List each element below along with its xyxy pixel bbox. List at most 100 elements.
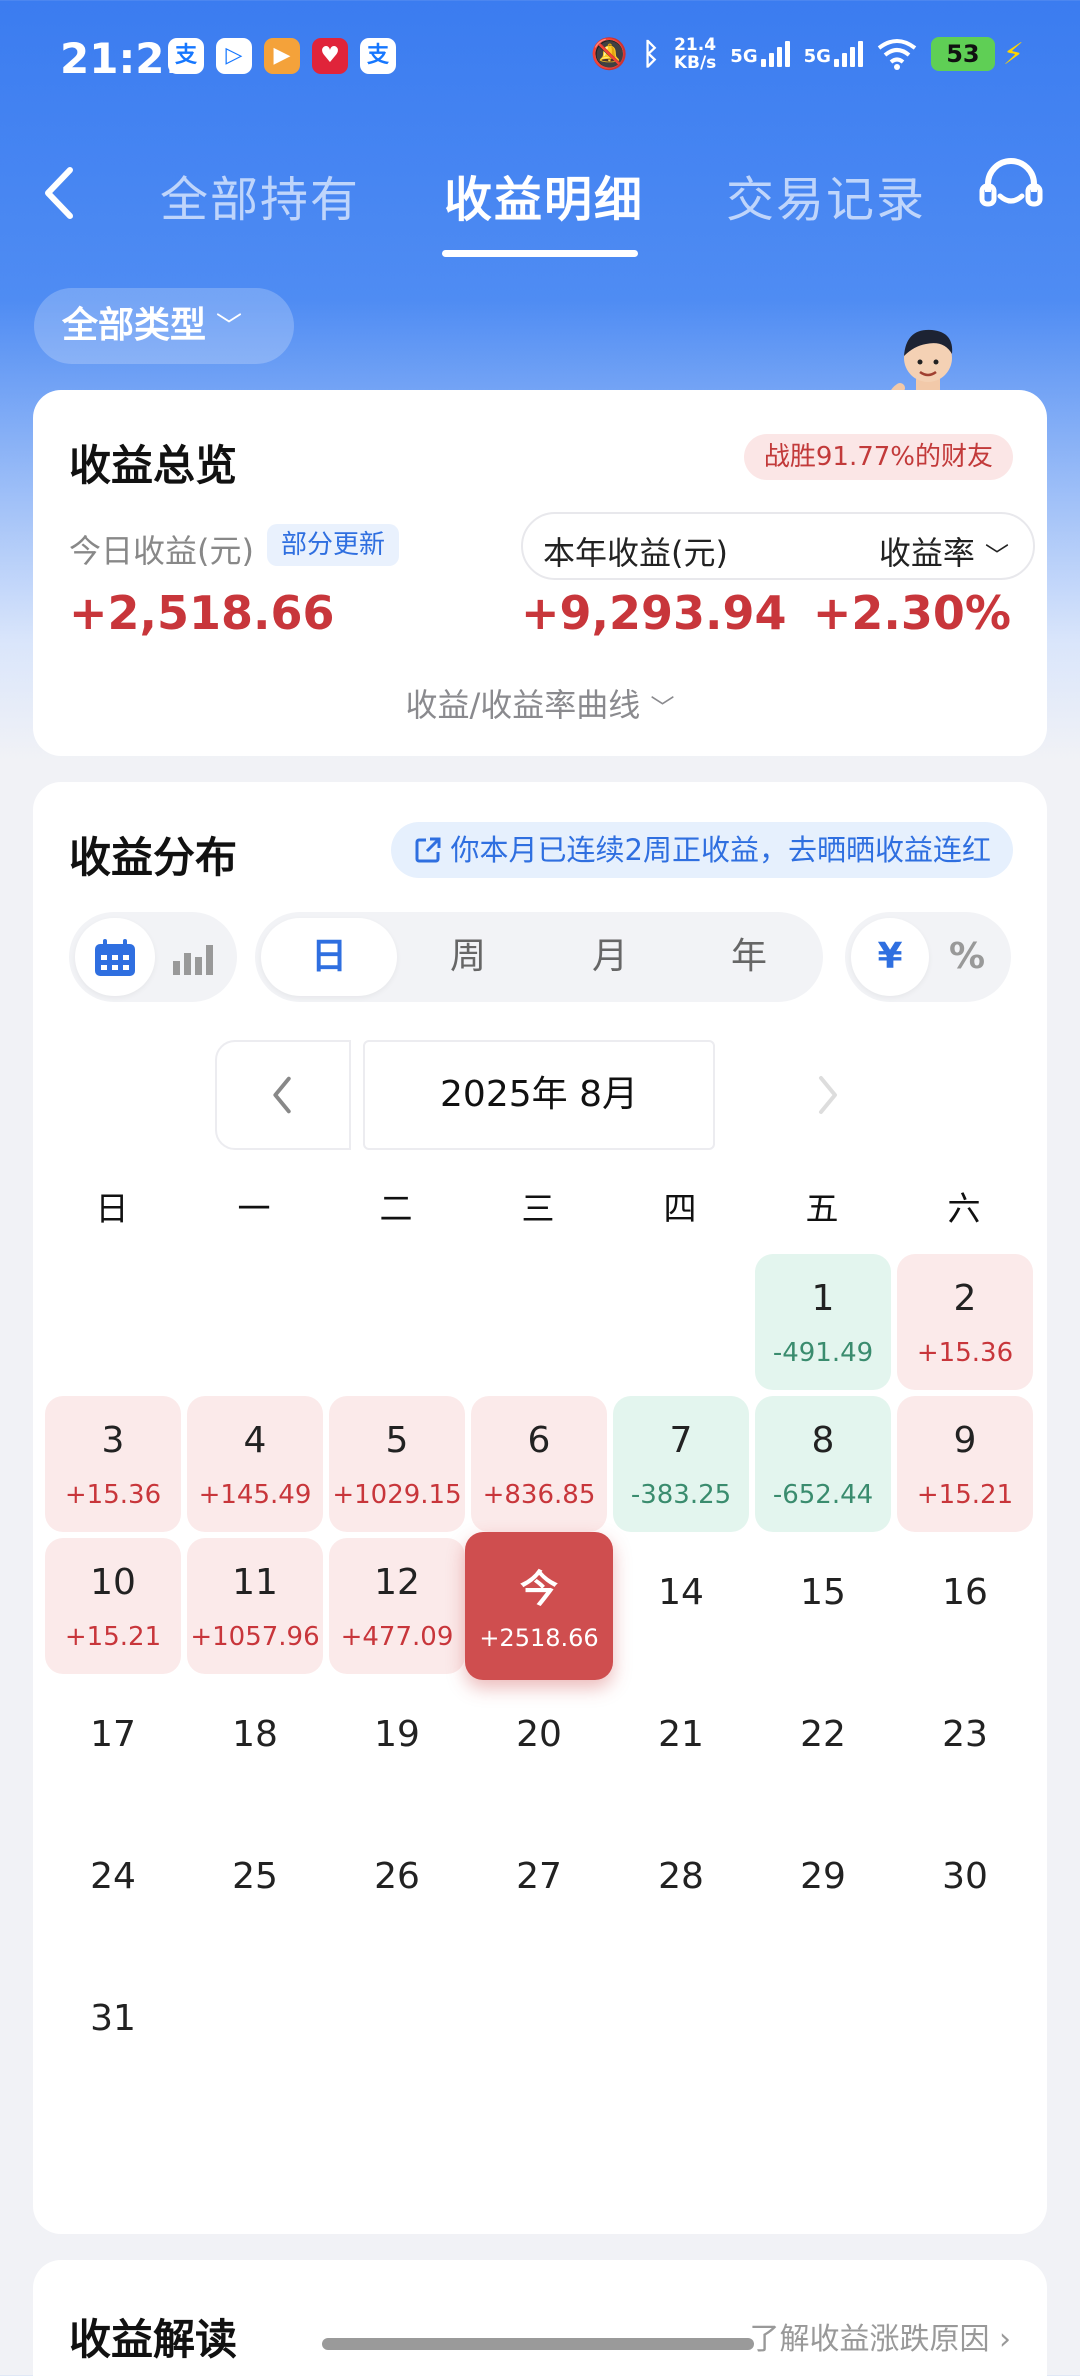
day-earnings-value: +15.21 bbox=[916, 1480, 1014, 1510]
weekday-header: 日 一 二 三 四 五 六 bbox=[33, 1182, 1047, 1232]
earnings-curve-toggle[interactable]: 收益/收益率曲线 ﹀ bbox=[33, 680, 1047, 726]
day-earnings-value: +15.36 bbox=[916, 1338, 1014, 1368]
calendar-day[interactable]: 16 bbox=[897, 1538, 1033, 1674]
bar-chart-view-button[interactable] bbox=[155, 918, 231, 996]
calendar-day[interactable]: 24 bbox=[45, 1822, 181, 1958]
earnings-distribution-card: 收益分布 你本月已连续2周正收益，去晒晒收益连红 日 周 月 年 ¥ % 202… bbox=[33, 782, 1047, 2234]
status-app-icons: 支 ▷ ▶ ♥ 支 bbox=[168, 38, 396, 74]
prev-month-button[interactable] bbox=[215, 1040, 351, 1150]
tab-all-holdings[interactable]: 全部持有 bbox=[160, 160, 360, 230]
distribution-title: 收益分布 bbox=[69, 833, 238, 882]
customer-service-icon[interactable] bbox=[976, 152, 1046, 222]
type-filter-dropdown[interactable]: 全部类型 ﹀ bbox=[34, 288, 294, 364]
day-number: 27 bbox=[516, 1856, 562, 1897]
calendar-day[interactable]: 4 +145.49 bbox=[187, 1396, 323, 1532]
day-earnings-value: -652.44 bbox=[772, 1480, 874, 1510]
chevron-down-icon: ﹀ bbox=[216, 312, 243, 342]
calendar-day[interactable]: 1 -491.49 bbox=[755, 1254, 891, 1390]
unit-yuan-button[interactable]: ¥ bbox=[851, 918, 929, 996]
unit-percent-button[interactable]: % bbox=[929, 918, 1005, 996]
calendar-day[interactable]: 5 +1029.15 bbox=[329, 1396, 465, 1532]
weekday-sun: 日 bbox=[95, 1189, 129, 1228]
weekday-fri: 五 bbox=[805, 1189, 839, 1228]
home-indicator[interactable] bbox=[322, 2338, 754, 2350]
calendar-day[interactable]: 10 +15.21 bbox=[45, 1538, 181, 1674]
day-number: 7 bbox=[669, 1420, 693, 1461]
calendar-day[interactable]: 25 bbox=[187, 1822, 323, 1958]
signal-5g-2: 5G bbox=[804, 41, 863, 67]
calendar-day[interactable]: 6 +836.85 bbox=[471, 1396, 607, 1532]
calendar-day[interactable]: 8 -652.44 bbox=[755, 1396, 891, 1532]
day-earnings-value: +1057.96 bbox=[190, 1622, 320, 1652]
calendar-view-button[interactable] bbox=[75, 918, 155, 996]
year-earnings-label: 本年收益(元) bbox=[543, 534, 728, 572]
calendar-day[interactable]: 17 bbox=[45, 1680, 181, 1816]
day-number: 19 bbox=[374, 1714, 420, 1755]
weekday-sat: 六 bbox=[947, 1189, 981, 1228]
partial-update-badge: 部分更新 bbox=[267, 524, 400, 566]
calendar-day[interactable]: 27 bbox=[471, 1822, 607, 1958]
day-number: 4 bbox=[243, 1420, 267, 1461]
day-earnings-value: -383.25 bbox=[630, 1480, 732, 1510]
calendar-day[interactable]: 29 bbox=[755, 1822, 891, 1958]
mute-bell-icon: 🔕 bbox=[590, 36, 628, 72]
calendar-day[interactable]: 31 bbox=[45, 1964, 181, 2100]
calendar-day[interactable]: 21 bbox=[613, 1680, 749, 1816]
day-earnings-value: +145.49 bbox=[198, 1480, 312, 1510]
tab-transaction-records[interactable]: 交易记录 bbox=[726, 160, 926, 230]
tab-earnings-detail[interactable]: 收益明细 bbox=[444, 160, 644, 230]
calendar-day[interactable]: 30 bbox=[897, 1822, 1033, 1958]
calendar-day[interactable]: 11 +1057.96 bbox=[187, 1538, 323, 1674]
period-tab-day[interactable]: 日 bbox=[261, 918, 397, 996]
calendar-day[interactable]: 14 bbox=[613, 1538, 749, 1674]
calendar-day[interactable]: 26 bbox=[329, 1822, 465, 1958]
return-rate-value: +2.30% bbox=[812, 586, 1011, 640]
calendar-day[interactable]: 23 bbox=[897, 1680, 1033, 1816]
day-number: 8 bbox=[811, 1420, 835, 1461]
weekday-tue: 二 bbox=[379, 1189, 413, 1228]
return-rate-label: 收益率 bbox=[878, 534, 975, 572]
play-app-icon: ▷ bbox=[216, 38, 252, 74]
today-earnings-label: 今日收益(元) bbox=[69, 532, 254, 570]
day-number: 23 bbox=[942, 1714, 988, 1755]
calendar-day[interactable]: 15 bbox=[755, 1538, 891, 1674]
calendar-day[interactable]: 19 bbox=[329, 1680, 465, 1816]
calendar-day[interactable]: 12 +477.09 bbox=[329, 1538, 465, 1674]
battery-indicator: 53 bbox=[930, 37, 995, 71]
calendar-day[interactable]: 20 bbox=[471, 1680, 607, 1816]
next-month-button[interactable] bbox=[773, 1040, 883, 1150]
calendar-day[interactable]: 3 +15.36 bbox=[45, 1396, 181, 1532]
calendar-day[interactable]: 18 bbox=[187, 1680, 323, 1816]
day-number: 15 bbox=[800, 1572, 846, 1613]
calendar-day-today[interactable]: 今 +2518.66 bbox=[465, 1532, 613, 1680]
current-month-label[interactable]: 2025年 8月 bbox=[363, 1040, 715, 1150]
year-earnings-selector[interactable]: 本年收益(元) 收益率 ﹀ bbox=[521, 512, 1035, 580]
interpretation-link[interactable]: 了解收益涨跌原因 › bbox=[749, 2314, 1011, 2358]
streak-share-banner[interactable]: 你本月已连续2周正收益，去晒晒收益连红 bbox=[390, 822, 1013, 878]
day-number: 9 bbox=[953, 1420, 977, 1461]
period-tab-month[interactable]: 月 bbox=[539, 918, 681, 996]
signal-5g-1: 5G bbox=[730, 41, 790, 67]
calendar-day[interactable]: 2 +15.36 bbox=[897, 1254, 1033, 1390]
period-tab-year[interactable]: 年 bbox=[681, 918, 817, 996]
calendar-day[interactable]: 7 -383.25 bbox=[613, 1396, 749, 1532]
day-number: 21 bbox=[658, 1714, 704, 1755]
back-arrow-icon[interactable] bbox=[36, 158, 86, 228]
return-rate-dropdown[interactable]: 收益率 ﹀ bbox=[879, 528, 1009, 574]
day-earnings-value: +1029.15 bbox=[332, 1480, 462, 1510]
calendar-day[interactable]: 28 bbox=[613, 1822, 749, 1958]
day-number: 11 bbox=[232, 1562, 278, 1603]
period-tabs: 日 周 月 年 bbox=[255, 912, 823, 1002]
earnings-overview-card: 收益总览 战胜91.77%的财友 今日收益(元) 部分更新 +2,518.66 … bbox=[33, 390, 1047, 756]
day-number: 26 bbox=[374, 1856, 420, 1897]
period-tab-week[interactable]: 周 bbox=[397, 918, 539, 996]
day-earnings-value: +477.09 bbox=[340, 1622, 454, 1652]
net-speed: 21.4 KB/s bbox=[673, 35, 717, 73]
calendar-day[interactable]: 22 bbox=[755, 1680, 891, 1816]
bluetooth-icon: ᛒ bbox=[641, 36, 660, 72]
day-number: 17 bbox=[90, 1714, 136, 1755]
calendar-day[interactable]: 9 +15.21 bbox=[897, 1396, 1033, 1532]
heart-app-icon: ♥ bbox=[312, 38, 348, 74]
day-number: 28 bbox=[658, 1856, 704, 1897]
day-earnings-value: -491.49 bbox=[772, 1338, 874, 1368]
